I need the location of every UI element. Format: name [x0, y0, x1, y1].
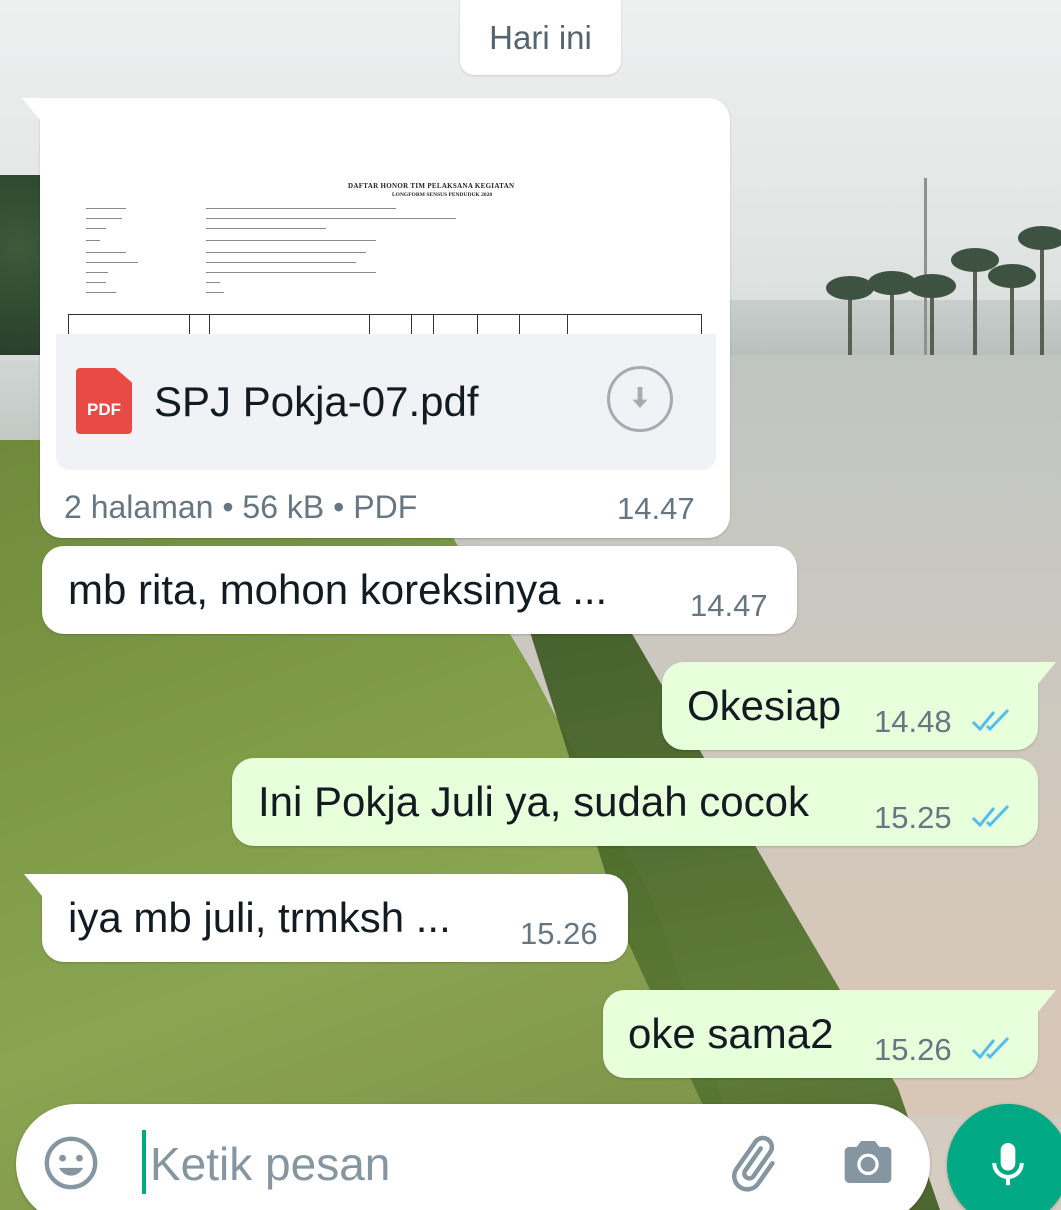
wallpaper-lamp-pole — [924, 178, 927, 358]
document-preview-line — [206, 282, 220, 284]
document-preview-line — [86, 282, 106, 284]
document-preview-line — [86, 272, 108, 274]
pdf-icon: PDF — [76, 368, 132, 434]
document-preview-line — [206, 218, 456, 220]
message-text: oke sama2 — [628, 1010, 834, 1057]
message-composer[interactable] — [16, 1104, 930, 1210]
wallpaper-trees — [0, 175, 45, 355]
document-preview-line — [206, 292, 224, 294]
message-time: 15.25 — [874, 800, 952, 835]
message-time: 14.47 — [690, 588, 768, 623]
document-preview-line — [86, 292, 116, 294]
document-preview[interactable]: DAFTAR HONOR TIM PELAKSANA KEGIATAN LONG… — [56, 112, 716, 334]
outgoing-message[interactable]: oke sama2 15.26 — [603, 990, 1056, 1078]
document-preview-title: DAFTAR HONOR TIM PELAKSANA KEGIATAN — [348, 182, 515, 190]
document-preview-line — [86, 228, 106, 230]
message-time: 14.48 — [874, 704, 952, 739]
document-meta: 2 halaman • 56 kB • PDF — [64, 489, 418, 525]
document-preview-line — [206, 208, 396, 210]
document-preview-table — [68, 314, 702, 334]
outgoing-message[interactable]: Ini Pokja Juli ya, sudah cocok 15.25 — [232, 758, 1038, 846]
camera-icon[interactable] — [840, 1136, 896, 1188]
message-text: mb rita, mohon koreksinya ... — [68, 566, 608, 613]
text-cursor — [142, 1130, 146, 1194]
document-preview-line — [86, 262, 138, 264]
document-preview-line — [206, 228, 326, 230]
document-preview-line — [86, 208, 126, 210]
message-time: 14.47 — [617, 491, 695, 526]
attach-icon[interactable] — [722, 1134, 782, 1194]
mic-icon — [992, 1143, 1024, 1186]
message-text: Okesiap — [687, 682, 842, 729]
wallpaper-palm — [951, 248, 999, 358]
document-file-bar[interactable]: PDF SPJ Pokja-07.pdf — [56, 334, 716, 470]
document-preview-line — [86, 218, 122, 220]
document-preview-line — [86, 240, 100, 242]
message-text: iya mb juli, trmksh ... — [68, 894, 451, 941]
document-preview-line — [86, 252, 126, 254]
message-text: Ini Pokja Juli ya, sudah cocok — [258, 778, 809, 825]
message-time: 15.26 — [874, 1032, 952, 1067]
date-chip: Hari ini — [460, 0, 621, 75]
document-preview-line — [206, 272, 376, 274]
wallpaper-palm — [988, 264, 1036, 358]
read-ticks-icon — [971, 1036, 1010, 1060]
document-file-name: SPJ Pokja-07.pdf — [154, 378, 479, 425]
wallpaper-palm — [826, 276, 874, 358]
document-preview-line — [206, 262, 356, 264]
wallpaper-palm — [1018, 226, 1061, 358]
message-input[interactable] — [150, 1132, 710, 1196]
read-ticks-icon — [971, 708, 1010, 732]
incoming-message[interactable]: iya mb juli, trmksh ... 15.26 — [24, 874, 628, 962]
download-icon — [632, 387, 648, 408]
wallpaper-palm — [908, 274, 956, 358]
incoming-message[interactable]: mb rita, mohon koreksinya ... 14.47 — [42, 546, 797, 634]
message-time: 15.26 — [520, 916, 598, 951]
emoji-icon[interactable] — [42, 1134, 100, 1192]
document-preview-subtitle: LONGFORM SENSUS PENDUDUK 2020 — [392, 192, 493, 198]
read-ticks-icon — [971, 804, 1010, 828]
download-button[interactable] — [607, 366, 673, 432]
document-preview-line — [206, 240, 376, 242]
wallpaper-palm — [868, 271, 916, 357]
outgoing-message[interactable]: Okesiap 14.48 — [662, 662, 1056, 750]
document-preview-line — [206, 252, 366, 254]
